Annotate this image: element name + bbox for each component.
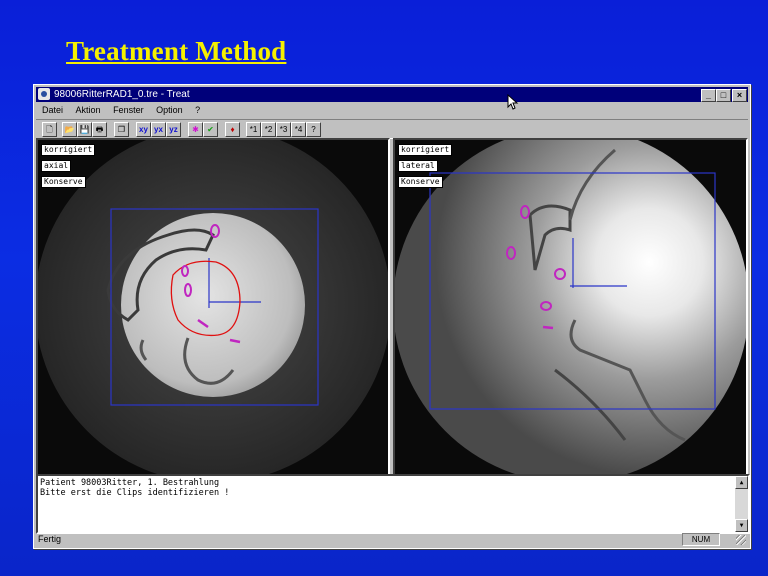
lateral-image — [395, 140, 746, 474]
log-textarea[interactable]: Patient 98003Ritter, 1. Bestrahlung Bitt… — [36, 474, 750, 534]
app-icon[interactable] — [38, 88, 50, 100]
axial-label-corrected: korrigiert — [41, 144, 96, 156]
yx-view-icon[interactable]: yx — [151, 122, 166, 137]
lateral-label-view: lateral — [398, 160, 438, 172]
title-bar: 98006RitterRAD1_0.tre - Treat _ □ × — [36, 87, 748, 102]
close-button[interactable]: × — [732, 89, 747, 102]
axial-image — [38, 140, 388, 474]
help-icon[interactable]: ? — [306, 122, 321, 137]
axial-label-konserve: Konserve — [41, 176, 86, 188]
scroll-down-icon[interactable]: ▼ — [735, 519, 748, 532]
menu-fenster[interactable]: Fenster — [113, 105, 144, 115]
mouse-cursor-icon — [507, 94, 519, 110]
marker-4-icon[interactable]: *4 — [291, 122, 306, 137]
menu-bar: Datei Aktion Fenster Option ? — [36, 103, 748, 117]
marker-2-icon[interactable]: *2 — [261, 122, 276, 137]
log-scrollbar[interactable]: ▲ ▼ — [735, 476, 748, 532]
scroll-up-icon[interactable]: ▲ — [735, 476, 748, 489]
maximize-button[interactable]: □ — [716, 89, 731, 102]
menu-datei[interactable]: Datei — [42, 105, 63, 115]
marker-3-icon[interactable]: *3 — [276, 122, 291, 137]
slide-title: Treatment Method — [66, 36, 287, 66]
marker-icon[interactable]: ♦ — [225, 122, 240, 137]
xy-view-icon[interactable]: xy — [136, 122, 151, 137]
axial-label-view: axial — [41, 160, 72, 172]
print-icon[interactable]: 🖶 — [92, 122, 107, 137]
num-lock-indicator: NUM — [682, 533, 720, 546]
save-icon[interactable]: 💾 — [77, 122, 92, 137]
lateral-view-panel[interactable]: korrigiert lateral Konserve — [393, 138, 748, 476]
menu-option[interactable]: Option — [156, 105, 183, 115]
check-icon[interactable]: ✔ — [203, 122, 218, 137]
log-line-1: Patient 98003Ritter, 1. Bestrahlung — [40, 478, 220, 488]
window-icon[interactable]: ❐ — [114, 122, 129, 137]
resize-grip-icon[interactable] — [736, 535, 746, 545]
toolbar: 🗋 📂 💾 🖶 ❐ xy yx yz ✱ ✔ ♦ *1 *2 *3 *4 ? — [36, 119, 748, 139]
lateral-label-corrected: korrigiert — [398, 144, 453, 156]
menu-help[interactable]: ? — [195, 105, 200, 115]
minimize-button[interactable]: _ — [701, 89, 716, 102]
open-icon[interactable]: 📂 — [62, 122, 77, 137]
status-bar: Fertig NUM — [36, 533, 748, 546]
yz-view-icon[interactable]: yz — [166, 122, 181, 137]
log-line-2: Bitte erst die Clips identifizieren ! — [40, 488, 230, 498]
new-icon[interactable]: 🗋 — [42, 122, 57, 137]
window-title: 98006RitterRAD1_0.tre - Treat — [54, 89, 190, 100]
marker-1-icon[interactable]: *1 — [246, 122, 261, 137]
status-text: Fertig — [38, 534, 62, 544]
axial-view-panel[interactable]: korrigiert axial Konserve — [36, 138, 390, 476]
lateral-label-konserve: Konserve — [398, 176, 443, 188]
menu-aktion[interactable]: Aktion — [76, 105, 101, 115]
clip-tool-icon[interactable]: ✱ — [188, 122, 203, 137]
app-window: 98006RitterRAD1_0.tre - Treat _ □ × Date… — [33, 84, 751, 549]
